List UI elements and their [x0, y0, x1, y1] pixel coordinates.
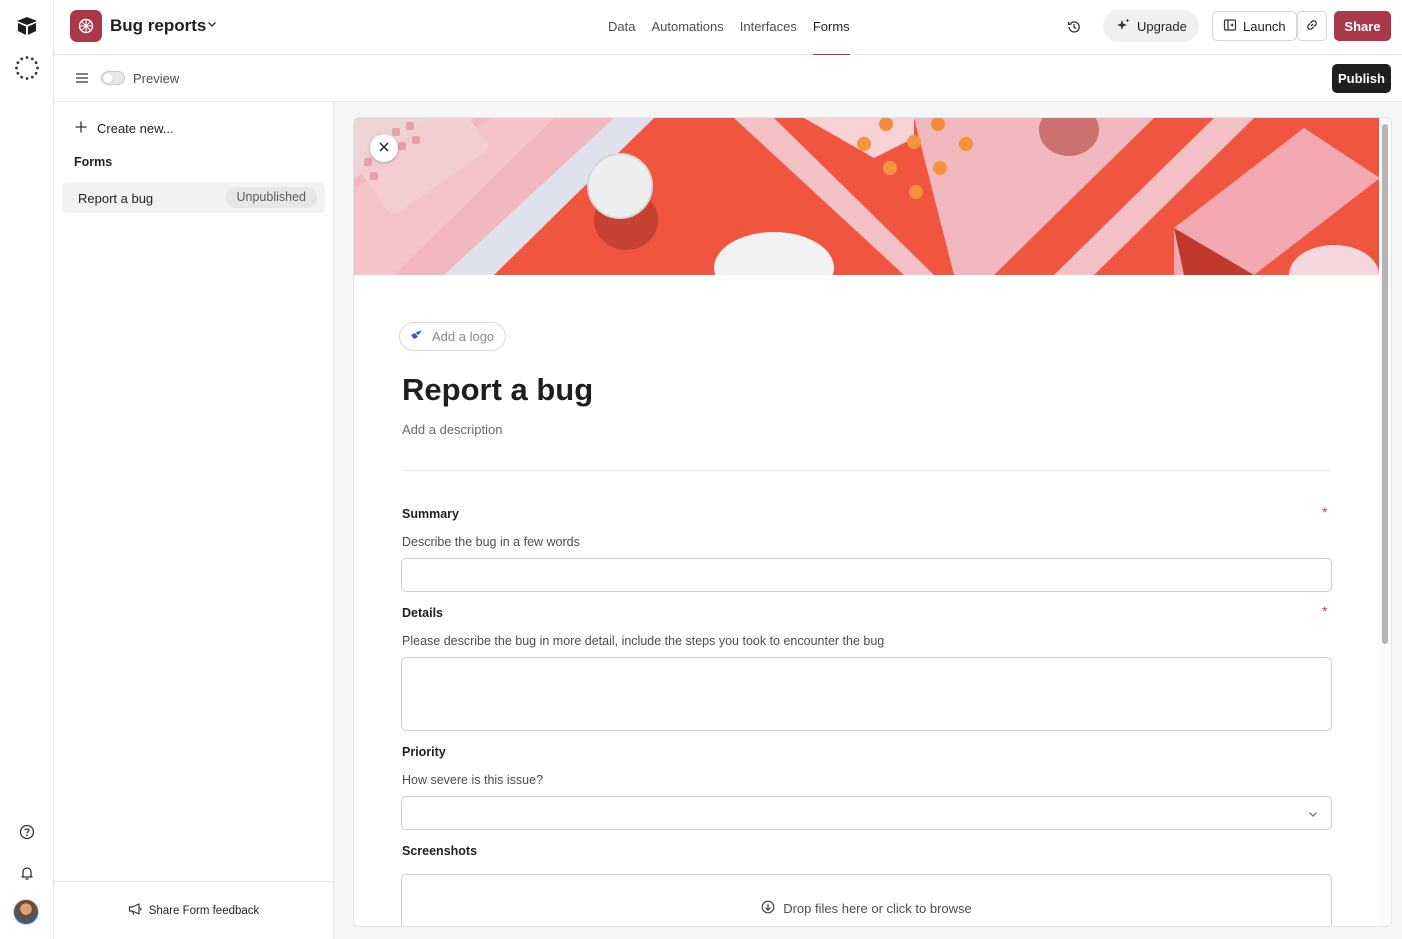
status-badge: Unpublished	[225, 187, 317, 208]
scrollbar-thumb[interactable]	[1382, 124, 1388, 644]
history-icon[interactable]	[1062, 15, 1086, 39]
avatar[interactable]	[13, 899, 39, 925]
summary-input[interactable]	[401, 558, 1332, 592]
tab-interfaces[interactable]: Interfaces	[740, 0, 797, 55]
link-icon	[1305, 18, 1319, 35]
top-bar: Bug reports Data Automations Interfaces …	[54, 0, 1402, 56]
base-icon[interactable]	[70, 10, 102, 42]
tab-data[interactable]: Data	[608, 0, 635, 55]
publish-button[interactable]: Publish	[1332, 64, 1391, 93]
forms-sidebar: Create new... Forms Report a bug Unpubli…	[54, 102, 334, 939]
sidebar-item-report-a-bug[interactable]: Report a bug Unpublished	[62, 182, 325, 213]
logo-sparkle-icon	[409, 328, 423, 345]
divider	[402, 470, 1331, 471]
preview-label: Preview	[133, 71, 180, 86]
form-title[interactable]: Report a bug	[402, 372, 593, 408]
chevron-down-icon[interactable]	[206, 18, 218, 33]
launch-icon	[1223, 18, 1237, 35]
share-feedback-button[interactable]: Share Form feedback	[54, 881, 333, 939]
tab-forms[interactable]: Forms	[812, 0, 850, 56]
preview-toggle[interactable]	[101, 71, 125, 85]
field-label-details: Details	[402, 606, 443, 620]
field-help-summary: Describe the bug in a few words	[402, 535, 580, 549]
create-new-button[interactable]: Create new...	[74, 120, 174, 137]
sidebar-item-label: Report a bug	[78, 191, 154, 206]
form-description[interactable]: Add a description	[402, 422, 502, 437]
field-label-screenshots: Screenshots	[402, 844, 478, 858]
forms-section-heading: Forms	[74, 155, 113, 169]
add-logo-label: Add a logo	[432, 329, 495, 344]
field-help-details: Please describe the bug in more detail, …	[402, 634, 885, 648]
megaphone-icon	[128, 902, 143, 919]
priority-select[interactable]	[401, 796, 1332, 830]
chevron-down-icon	[1307, 808, 1319, 823]
workspace-loader-icon[interactable]	[14, 55, 40, 81]
dropzone-text: Drop files here or click to browse	[783, 901, 972, 916]
field-label-summary: Summary	[402, 507, 459, 521]
airtable-logo-icon[interactable]	[14, 13, 40, 39]
close-icon	[378, 141, 390, 156]
launch-button[interactable]: Launch	[1212, 11, 1297, 41]
help-icon[interactable]	[14, 819, 40, 845]
share-button[interactable]: Share	[1334, 11, 1391, 41]
add-logo-button[interactable]: Add a logo	[399, 322, 507, 351]
required-indicator: *	[1322, 504, 1328, 520]
left-rail	[0, 0, 54, 939]
details-textarea[interactable]	[401, 657, 1332, 731]
create-new-label: Create new...	[97, 121, 174, 136]
sparkle-icon	[1115, 17, 1131, 36]
field-help-priority: How severe is this issue?	[402, 773, 544, 787]
menu-icon[interactable]	[72, 69, 92, 87]
dropzone-label: Drop files here or click to browse	[402, 900, 1331, 917]
share-feedback-label: Share Form feedback	[148, 904, 260, 917]
remove-cover-button[interactable]	[370, 134, 398, 162]
form-canvas: Add a logo Report a bug Add a descriptio…	[334, 102, 1402, 939]
plus-icon	[74, 120, 88, 137]
scrollbar[interactable]	[1379, 118, 1391, 926]
upgrade-label: Upgrade	[1137, 18, 1187, 34]
main-tabs: Data Automations Interfaces Forms	[608, 0, 850, 56]
tab-automations[interactable]: Automations	[651, 0, 723, 55]
screenshots-dropzone[interactable]: Drop files here or click to browse	[401, 874, 1332, 926]
upload-icon	[761, 900, 775, 917]
form-toolbar: Preview Publish	[54, 55, 1402, 102]
copy-link-button[interactable]	[1297, 11, 1327, 41]
form-card: Add a logo Report a bug Add a descriptio…	[353, 117, 1392, 927]
launch-label: Launch	[1243, 18, 1286, 34]
field-label-priority: Priority	[402, 745, 446, 759]
required-indicator: *	[1322, 603, 1328, 619]
base-name[interactable]: Bug reports	[110, 16, 206, 36]
upgrade-button[interactable]: Upgrade	[1103, 10, 1199, 42]
cover-image[interactable]	[354, 118, 1380, 275]
bell-icon[interactable]	[14, 860, 40, 886]
